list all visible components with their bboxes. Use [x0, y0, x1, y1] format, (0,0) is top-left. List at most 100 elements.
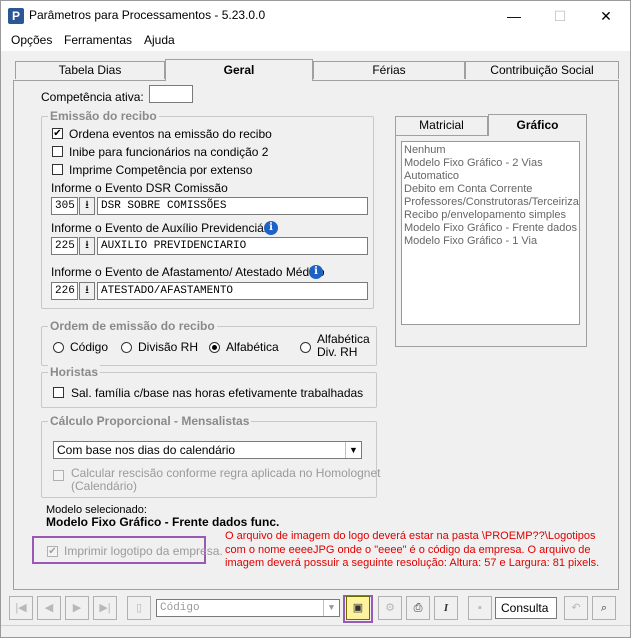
tab-geral[interactable]: Geral — [165, 59, 313, 81]
italic-button[interactable]: I — [434, 596, 458, 620]
document-icon: ▯ — [135, 602, 143, 614]
list-item[interactable]: Nenhum — [404, 144, 577, 157]
evento-auxilio-code[interactable]: 225 — [51, 237, 78, 255]
list-item[interactable]: Recibo p/envelopamento simples — [404, 209, 577, 222]
subtab-matricial[interactable]: Matricial — [395, 116, 488, 135]
competencia-label: Competência ativa: — [41, 90, 144, 104]
modelo-value: Modelo Fixo Gráfico - Frente dados func. — [46, 515, 280, 529]
alfabetica-line: Alfabética — [317, 332, 370, 346]
models-listbox[interactable]: Nenhum Modelo Fixo Gráfico - 2 Vias Auto… — [401, 141, 580, 325]
checkbox-competencia-extenso[interactable] — [52, 164, 63, 175]
calculo-select[interactable]: Com base nos dias do calendário ▼ — [53, 441, 362, 459]
radio-alfabetica-label: Alfabética — [226, 340, 279, 354]
menu-opcoes[interactable]: Opções — [11, 33, 52, 47]
calculo-select-value: Com base nos dias do calendário — [57, 443, 236, 457]
checkbox-inibe-funcionarios[interactable] — [52, 146, 63, 157]
new-document-button[interactable]: ▯ — [127, 596, 151, 620]
evento-dsr-lookup-button[interactable]: ⭳ — [79, 197, 95, 215]
print-button[interactable]: ⎙ — [406, 596, 430, 620]
sal-familia-label: Sal. família c/base nas horas efetivamen… — [71, 386, 364, 400]
binoculars-icon: ⌕ — [600, 602, 608, 614]
image-icon: ▣ — [352, 602, 364, 614]
main-window: P Parâmetros para Processamentos - 5.23.… — [0, 0, 631, 638]
radio-divisao-rh[interactable] — [121, 342, 132, 353]
find-button[interactable]: ⌕ — [592, 596, 616, 620]
prev-record-button[interactable]: ◀ — [37, 596, 61, 620]
first-record-button[interactable]: |◀ — [9, 596, 33, 620]
minimize-button[interactable]: — — [491, 1, 537, 31]
last-icon: ▶| — [99, 602, 111, 614]
list-item[interactable]: Professores/Construtoras/Terceiriza — [404, 196, 579, 209]
chevron-down-icon[interactable]: ▼ — [323, 600, 339, 616]
note-line-1: O arquivo de imagem do logo deverá estar… — [225, 530, 596, 542]
bottom-toolbar: |◀ ◀ ▶ ▶| ▯ Código ▼ ▣ ⚙ ⎙ I ▪ Consulta … — [1, 593, 630, 623]
download-arrow-icon: ⭳ — [85, 284, 89, 296]
subtab-panel: Nenhum Modelo Fixo Gráfico - 2 Vias Auto… — [395, 135, 587, 347]
prev-icon: ◀ — [44, 602, 54, 614]
subtab-grafico[interactable]: Gráfico — [488, 114, 587, 136]
competencia-input[interactable] — [149, 85, 193, 103]
ordem-group: Ordem de emissão do recibo Código Divisã… — [41, 319, 377, 366]
consulta-field[interactable]: Consulta — [495, 597, 557, 619]
next-record-button[interactable]: ▶ — [65, 596, 89, 620]
note-line-3: imagem deverá possuir a seguinte resoluç… — [225, 557, 600, 569]
info-icon[interactable]: i — [309, 265, 323, 279]
emissao-group: Emissão do recibo ✔ Ordena eventos na em… — [41, 109, 374, 309]
settings-button[interactable]: ⚙ — [378, 596, 402, 620]
tab-strip: Tabela Dias Geral Férias Contribuição So… — [13, 59, 619, 81]
checkbox-ordena-eventos[interactable]: ✔ — [52, 128, 63, 139]
radio-codigo-label: Código — [70, 340, 109, 354]
evento-afastamento-lookup-button[interactable]: ⭳ — [79, 282, 95, 300]
competencia-extenso-label: Imprime Competência por extenso — [69, 163, 253, 177]
list-item[interactable]: Modelo Fixo Gráfico - 1 Via — [404, 235, 577, 248]
radio-alfabetica[interactable] — [209, 342, 220, 353]
div-rh-line: Div. RH — [317, 345, 358, 359]
last-record-button[interactable]: ▶| — [93, 596, 117, 620]
list-item[interactable]: Automatico — [404, 170, 577, 183]
download-arrow-icon: ⭳ — [85, 239, 89, 251]
ordem-group-title: Ordem de emissão do recibo — [48, 319, 217, 333]
tab-contribuicao-social[interactable]: Contribuição Social — [465, 61, 619, 79]
search-field-select[interactable]: Código ▼ — [156, 599, 340, 617]
first-icon: |◀ — [15, 602, 27, 614]
evento-afastamento-label: Informe o Evento de Afastamento/ Atestad… — [51, 265, 325, 279]
checkbox-sal-familia[interactable] — [53, 387, 64, 398]
info-icon[interactable]: i — [264, 221, 278, 235]
evento-auxilio-label: Informe o Evento de Auxílio Previdenciár… — [51, 221, 278, 235]
save-button[interactable]: ▪ — [468, 596, 492, 620]
tab-tabela-dias[interactable]: Tabela Dias — [15, 61, 165, 79]
undo-button[interactable]: ↶ — [564, 596, 588, 620]
close-button[interactable]: ✕ — [583, 1, 629, 31]
download-arrow-icon: ⭳ — [85, 199, 89, 211]
list-item[interactable]: Debito em Conta Corrente — [404, 183, 577, 196]
inibe-funcionarios-label: Inibe para funcionários na condição 2 — [69, 145, 269, 159]
calcular-rescisao-line1: Calcular rescisão conforme regra aplicad… — [71, 466, 381, 480]
search-field-value: Código — [160, 602, 200, 614]
evento-auxilio-description: AUXILIO PREVIDENCIARIO — [97, 237, 368, 255]
geral-panel: Competência ativa: Emissão do recibo ✔ O… — [13, 80, 619, 590]
tab-ferias[interactable]: Férias — [313, 61, 465, 79]
app-icon: P — [8, 8, 24, 24]
radio-codigo[interactable] — [53, 342, 64, 353]
checkbox-calcular-rescisao[interactable] — [53, 470, 64, 481]
gear-icon: ⚙ — [385, 602, 395, 614]
evento-afastamento-code[interactable]: 226 — [51, 282, 78, 300]
list-item[interactable]: Modelo Fixo Gráfico - 2 Vias — [404, 157, 577, 170]
evento-dsr-code[interactable]: 305 — [51, 197, 78, 215]
maximize-button[interactable]: ☐ — [537, 1, 583, 31]
chevron-down-icon[interactable]: ▼ — [345, 442, 361, 458]
status-bar — [1, 625, 630, 637]
checkbox-logotipo[interactable]: ✔ — [47, 546, 58, 557]
menu-ajuda[interactable]: Ajuda — [144, 33, 175, 47]
calculo-group: Cálculo Proporcional - Mensalistas Com b… — [41, 414, 381, 498]
list-item[interactable]: Modelo Fixo Gráfico - Frente dados — [404, 222, 577, 235]
italic-icon: I — [443, 602, 449, 614]
logo-image-button[interactable]: ▣ — [346, 596, 370, 620]
radio-alfabetica-div-rh[interactable] — [300, 342, 311, 353]
evento-afastamento-description: ATESTADO/AFASTAMENTO — [97, 282, 368, 300]
calculo-group-title: Cálculo Proporcional - Mensalistas — [48, 414, 252, 428]
menu-ferramentas[interactable]: Ferramentas — [64, 33, 132, 47]
radio-alfabetica-div-rh-label: Alfabética Div. RH — [317, 333, 370, 359]
evento-auxilio-lookup-button[interactable]: ⭳ — [79, 237, 95, 255]
save-icon: ▪ — [478, 602, 482, 614]
